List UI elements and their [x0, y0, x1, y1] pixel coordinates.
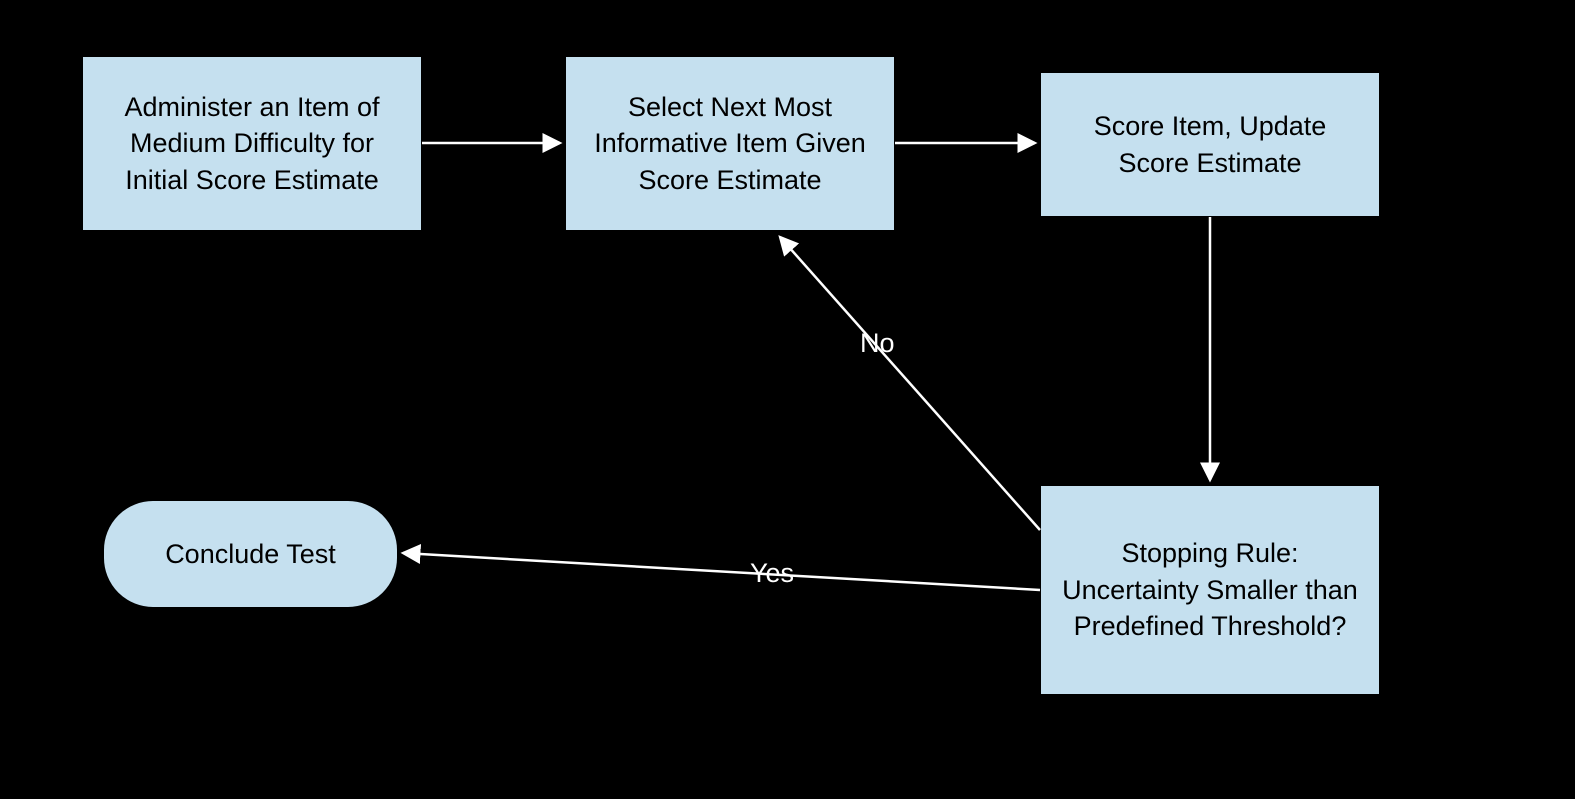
node-select: Select Next Most Informative Item Given … — [565, 56, 895, 231]
node-stop: Stopping Rule: Uncertainty Smaller than … — [1040, 485, 1380, 695]
node-conclude: Conclude Test — [103, 500, 398, 608]
node-start-label: Administer an Item of Medium Difficulty … — [101, 89, 403, 198]
arrow-stop-to-select — [780, 237, 1040, 530]
edge-yes-label: Yes — [750, 558, 794, 589]
node-score: Score Item, Update Score Estimate — [1040, 72, 1380, 217]
node-score-label: Score Item, Update Score Estimate — [1059, 108, 1361, 181]
node-conclude-label: Conclude Test — [165, 536, 336, 572]
node-start: Administer an Item of Medium Difficulty … — [82, 56, 422, 231]
arrow-stop-to-conclude — [403, 553, 1040, 590]
node-stop-label: Stopping Rule: Uncertainty Smaller than … — [1059, 535, 1361, 644]
node-select-label: Select Next Most Informative Item Given … — [584, 89, 876, 198]
edge-no-label: No — [860, 328, 895, 359]
